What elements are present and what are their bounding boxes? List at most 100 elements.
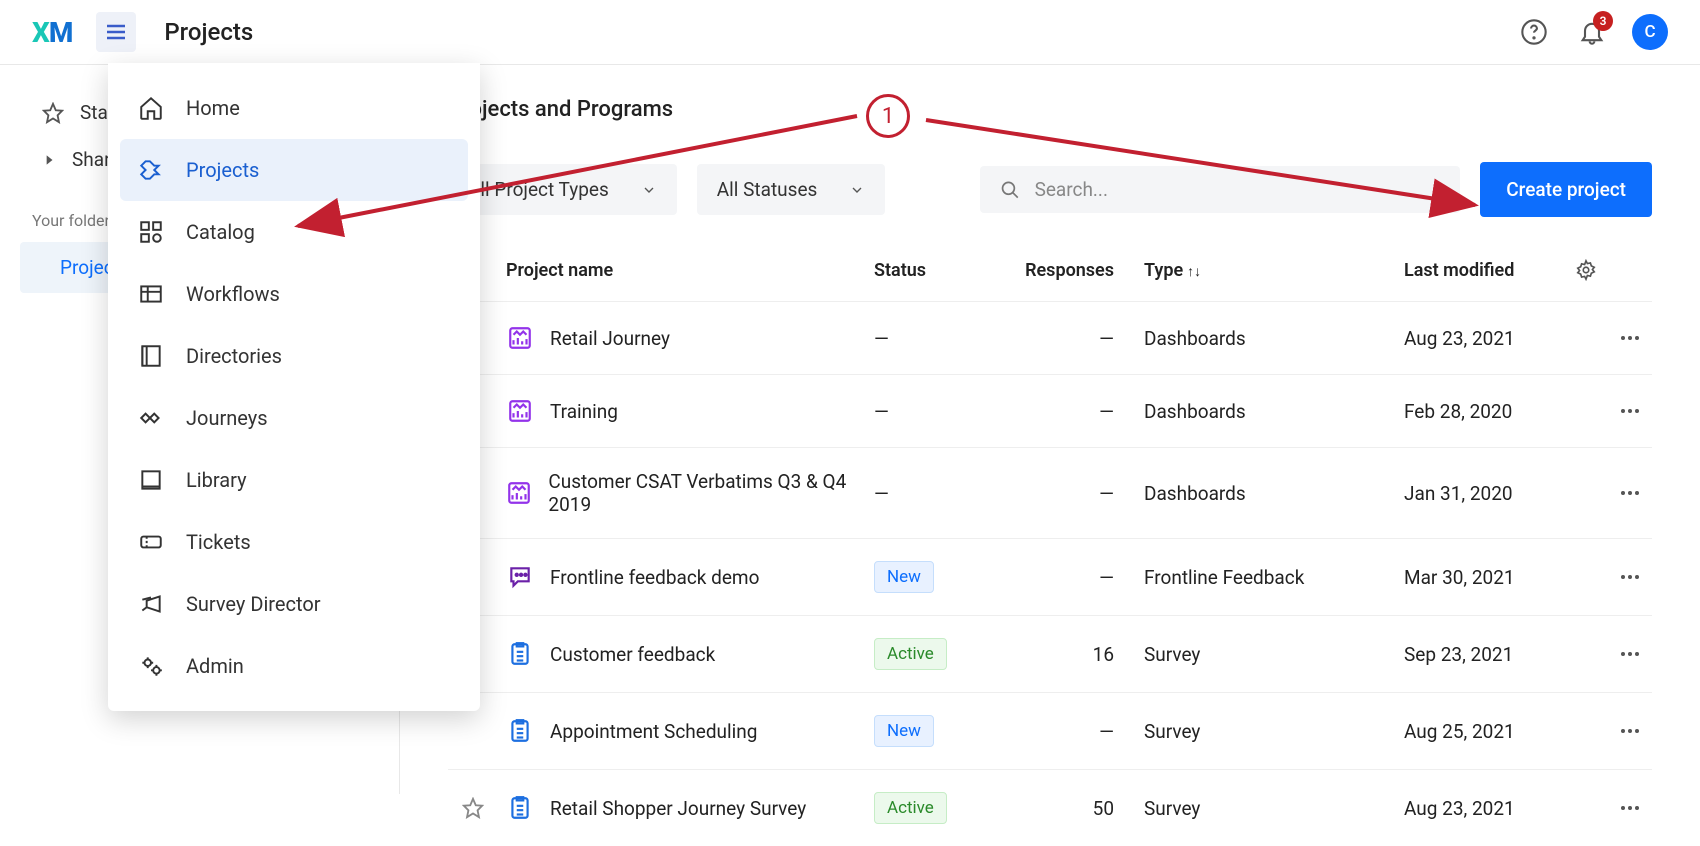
help-button[interactable] (1516, 14, 1552, 50)
menu-item-admin[interactable]: Admin (120, 635, 468, 697)
search-input[interactable] (1035, 178, 1441, 201)
menu-item-label: Library (186, 468, 247, 492)
tickets-icon (138, 529, 164, 555)
menu-item-label: Admin (186, 654, 244, 678)
table-row[interactable]: Frontline feedback demoNew—Frontline Fee… (448, 538, 1652, 615)
logo-m: M (49, 16, 73, 49)
project-modified: Aug 25, 2021 (1404, 720, 1564, 743)
menu-item-tickets[interactable]: Tickets (120, 511, 468, 573)
workflows-icon (138, 281, 164, 307)
header-name[interactable]: Project name (498, 260, 874, 281)
project-modified: Aug 23, 2021 (1404, 797, 1564, 820)
xm-logo: XM (32, 16, 72, 49)
menu-item-label: Survey Director (186, 592, 321, 616)
project-name: Retail Shopper Journey Survey (550, 797, 806, 820)
header-responses[interactable]: Responses (1014, 260, 1144, 281)
project-status: — (874, 400, 1014, 423)
more-icon (1618, 326, 1642, 350)
status-badge: Active (874, 792, 947, 824)
home-icon (138, 95, 164, 121)
app-header: XM Projects 3 C (0, 0, 1700, 65)
row-actions-button[interactable] (1608, 719, 1652, 743)
main-menu-toggle[interactable] (96, 12, 136, 52)
menu-item-library[interactable]: Library (120, 449, 468, 511)
menu-item-survey-director[interactable]: Survey Director (120, 573, 468, 635)
project-status: Active (874, 792, 1014, 824)
project-status: — (874, 482, 1014, 505)
chevron-down-icon (641, 182, 657, 198)
more-icon (1618, 399, 1642, 423)
status-filter[interactable]: All Statuses (697, 164, 886, 215)
row-actions-button[interactable] (1608, 565, 1652, 589)
project-type-icon (506, 640, 534, 668)
status-badge: New (874, 561, 934, 593)
menu-item-journeys[interactable]: Journeys (120, 387, 468, 449)
main-content: Projects and Programs All Project Types … (400, 65, 1700, 794)
menu-item-label: Directories (186, 344, 282, 368)
create-project-button[interactable]: Create project (1480, 162, 1652, 217)
row-actions-button[interactable] (1608, 796, 1652, 820)
project-type-icon (506, 397, 534, 425)
menu-item-catalog[interactable]: Catalog (120, 201, 468, 263)
row-actions-button[interactable] (1608, 642, 1652, 666)
survey-director-icon (138, 591, 164, 617)
project-type-icon (506, 563, 534, 591)
project-type: Survey (1144, 643, 1404, 666)
user-avatar[interactable]: C (1632, 14, 1668, 50)
table-row[interactable]: Appointment SchedulingNew—SurveyAug 25, … (448, 692, 1652, 769)
table-row[interactable]: Retail Shopper Journey SurveyActive50Sur… (448, 769, 1652, 846)
chevron-down-icon (849, 182, 865, 198)
project-type-label: All Project Types (468, 178, 609, 201)
header-actions: 3 C (1516, 14, 1668, 50)
more-icon (1618, 719, 1642, 743)
table-row[interactable]: Customer feedbackActive16SurveySep 23, 2… (448, 615, 1652, 692)
header-status[interactable]: Status (874, 260, 1014, 281)
table-settings-button[interactable] (1564, 259, 1608, 281)
menu-item-label: Catalog (186, 220, 255, 244)
menu-item-label: Home (186, 96, 240, 120)
project-responses: — (1014, 327, 1144, 350)
library-icon (138, 467, 164, 493)
filter-bar: All Project Types All Statuses Create pr… (448, 162, 1652, 217)
menu-item-projects[interactable]: Projects (120, 139, 468, 201)
row-actions-button[interactable] (1608, 481, 1652, 505)
journeys-icon (138, 405, 164, 431)
project-modified: Mar 30, 2021 (1404, 566, 1564, 589)
menu-item-label: Journeys (186, 406, 268, 430)
directories-icon (138, 343, 164, 369)
star-icon[interactable] (462, 797, 484, 819)
search-box[interactable] (980, 166, 1460, 213)
project-type-icon (506, 794, 534, 822)
menu-item-label: Projects (186, 158, 259, 182)
header-type[interactable]: Type↑↓ (1144, 260, 1404, 281)
project-status: New (874, 561, 1014, 593)
logo-x: X (32, 16, 49, 49)
notification-badge: 3 (1593, 11, 1613, 31)
catalog-icon (138, 219, 164, 245)
table-row[interactable]: Retail Journey——DashboardsAug 23, 2021 (448, 301, 1652, 374)
table-header: Project name Status Responses Type↑↓ Las… (448, 249, 1652, 301)
gear-icon (1575, 259, 1597, 281)
project-type: Survey (1144, 797, 1404, 820)
header-modified[interactable]: Last modified (1404, 260, 1564, 281)
project-type-icon (506, 479, 532, 507)
project-type-icon (506, 717, 534, 745)
menu-item-directories[interactable]: Directories (120, 325, 468, 387)
project-responses: — (1014, 720, 1144, 743)
project-type-filter[interactable]: All Project Types (448, 164, 677, 215)
table-row[interactable]: Training——DashboardsFeb 28, 2020 (448, 374, 1652, 447)
row-actions-button[interactable] (1608, 399, 1652, 423)
table-row[interactable]: Customer CSAT Verbatims Q3 & Q4 2019——Da… (448, 447, 1652, 538)
project-responses: 16 (1014, 643, 1144, 666)
project-modified: Sep 23, 2021 (1404, 643, 1564, 666)
notifications-button[interactable]: 3 (1574, 14, 1610, 50)
menu-item-home[interactable]: Home (120, 77, 468, 139)
row-actions-button[interactable] (1608, 326, 1652, 350)
menu-item-workflows[interactable]: Workflows (120, 263, 468, 325)
chevron-right-icon (42, 153, 56, 167)
more-icon (1618, 565, 1642, 589)
project-type-icon (506, 324, 534, 352)
project-name: Appointment Scheduling (550, 720, 757, 743)
project-name: Frontline feedback demo (550, 566, 759, 589)
hamburger-icon (104, 20, 128, 44)
